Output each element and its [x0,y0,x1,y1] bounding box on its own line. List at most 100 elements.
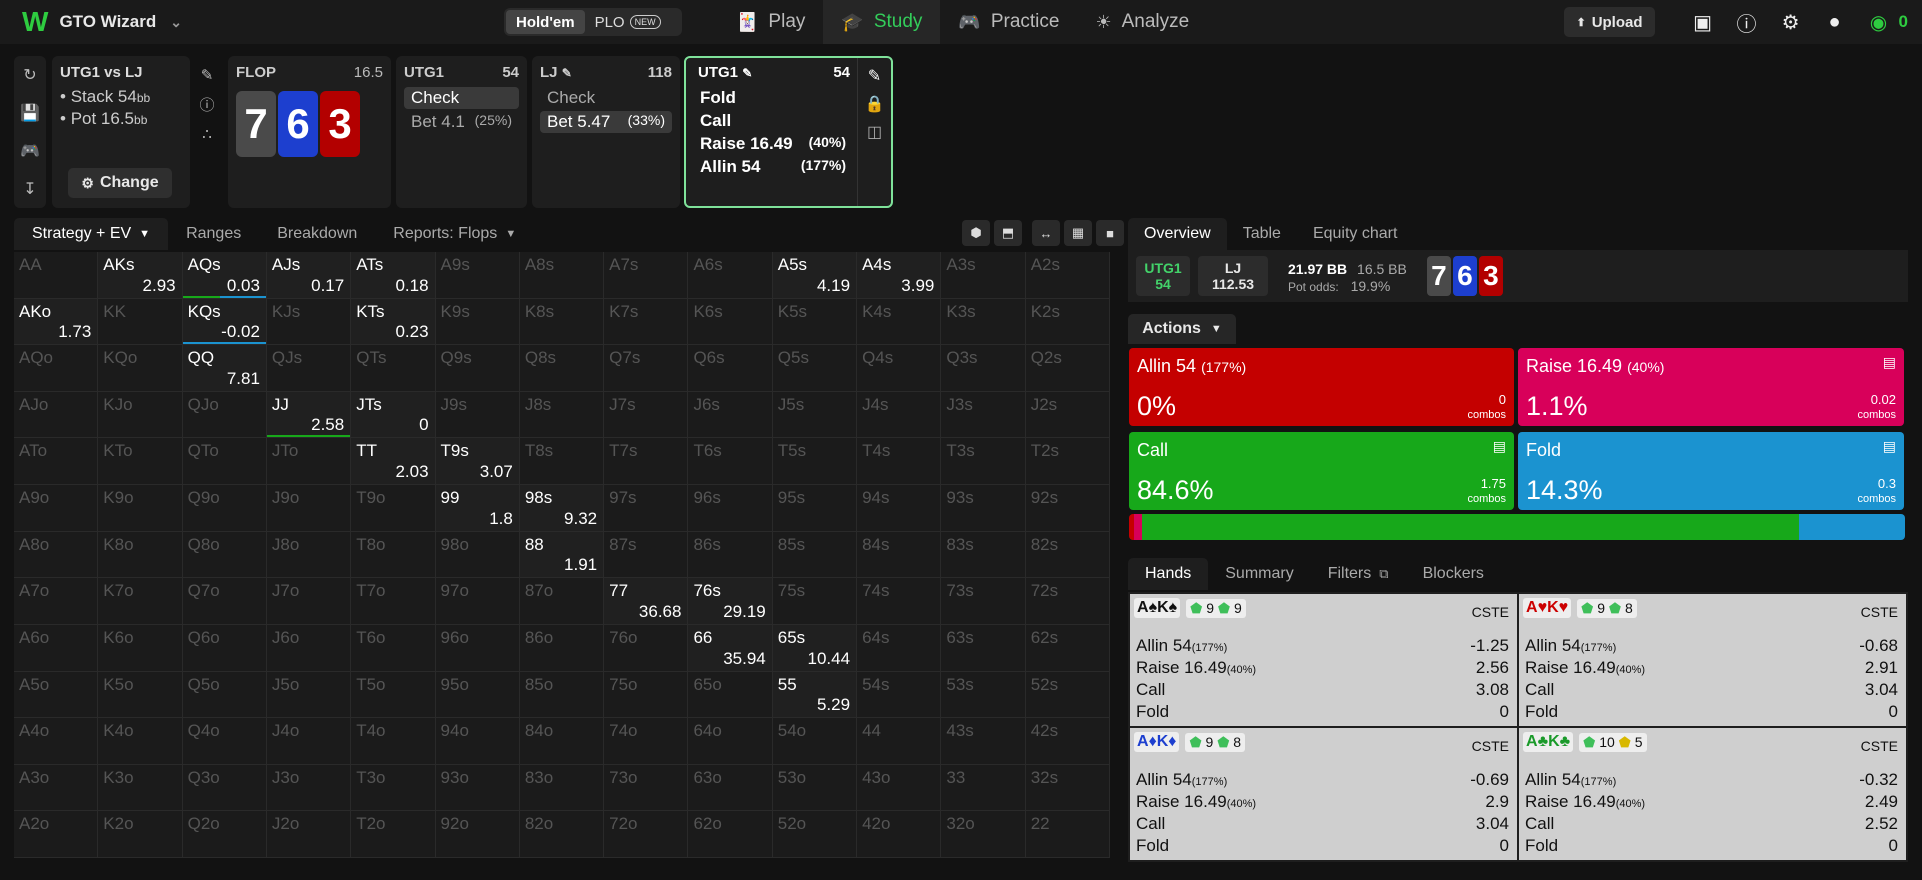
compress-icon[interactable]: ↔ [1032,220,1060,246]
hand-cell[interactable]: AA [14,252,99,299]
hand-cell[interactable]: Q9o [182,485,267,532]
hand-cell[interactable]: 85o [519,671,605,719]
hand-cell[interactable]: JJ 2.58 [266,391,352,439]
hand-cell[interactable]: 97o [435,578,520,625]
hand-cell[interactable]: J3s [941,391,1026,439]
hand-cell[interactable]: 55 5.29 [772,671,858,719]
hand-cell[interactable]: T8o [351,531,436,579]
hand-cell[interactable]: J8s [519,391,605,439]
hand-cell[interactable]: 33 [941,764,1026,812]
hand-cell[interactable]: T7o [351,578,436,625]
hand-cell[interactable]: 72s [1025,578,1110,625]
hand-card[interactable]: A♦K♦ ⬟ 9 ⬟ 8 CSTE Allin 54(177%) -0.69 Raise … [1130,728,1517,860]
hand-card[interactable]: A♠K♠ ⬟ 9 ⬟ 9 CSTE Allin 54(177%) -1.25 Raise … [1130,594,1517,726]
hand-cell[interactable]: 44 [857,718,942,765]
hand-cell[interactable]: T4o [351,718,436,765]
current-action-card[interactable]: UTG1 ✎ 54 Fold Call Raise 16.49 (40%) Alli… [684,56,893,208]
hand-cell[interactable]: J6s [688,391,773,439]
hand-cell[interactable]: Q7s [604,345,689,392]
hand-cell[interactable]: A6o [14,624,99,672]
hand-cell[interactable]: Q3s [941,345,1026,392]
hand-cell[interactable]: 98o [435,531,520,579]
reset-icon[interactable]: ↻ [23,65,36,85]
hand-cell[interactable]: A9s [435,252,520,299]
expand-icon[interactable]: ↧ [23,179,36,199]
action-option[interactable]: Raise 16.49 (40%) [698,133,848,155]
hand-cell[interactable]: K3o [98,764,183,812]
hand-cell[interactable]: K9o [98,485,183,532]
change-button[interactable]: ⚙ Change [68,168,172,198]
help-icon[interactable]: ⓘ [1733,8,1761,36]
hand-cell[interactable]: K4s [857,298,942,346]
hand-cell[interactable]: A7s [604,252,689,299]
save-icon[interactable]: 💾 [20,103,40,123]
action-card-lj[interactable]: LJ ✎ 118 Check Bet 5.47 (33%) [532,56,680,208]
hand-cell[interactable]: KJo [98,391,183,439]
coin-icon[interactable]: ◉ [1865,8,1893,36]
hand-cell[interactable]: 93o [435,764,520,812]
hand-cell[interactable]: 77 36.68 [604,578,689,625]
hand-cell[interactable]: 43o [857,764,942,812]
hand-cell[interactable]: Q2s [1025,345,1110,392]
hand-cell[interactable]: 42o [857,811,942,858]
hand-cell[interactable]: K2s [1025,298,1110,346]
action-box-fold[interactable]: Fold ▤ 14.3% 0.3 combos [1518,432,1904,510]
hand-cell[interactable]: Q7o [182,578,267,625]
hand-cell[interactable]: JTs 0 [351,391,436,439]
hand-cell[interactable]: K5o [98,671,183,719]
hand-cell[interactable]: KTo [98,438,183,486]
action-option[interactable]: Check [540,87,672,109]
hand-cell[interactable]: Q3o [182,764,267,812]
hand-cell[interactable]: A4o [14,718,99,765]
hand-cell[interactable]: T4s [857,438,942,486]
hand-cell[interactable]: A2s [1025,252,1110,299]
hand-cell[interactable]: 65o [688,671,773,719]
tab-reports[interactable]: Reports: Flops ▼ [375,218,534,250]
lock-icon[interactable]: 🔒 [865,94,885,114]
tab-summary[interactable]: Summary [1208,558,1310,590]
hand-cell[interactable]: 93s [941,485,1026,532]
hand-cell[interactable]: AJs 0.17 [266,252,352,299]
hand-cell[interactable]: 62s [1025,624,1110,672]
hand-cell[interactable]: ATo [14,438,99,486]
action-card-utg1[interactable]: UTG1 54 Check Bet 4.1 (25%) [396,56,527,208]
hand-cell[interactable]: 76o [604,624,689,672]
hand-cell[interactable]: 94o [435,718,520,765]
hand-cell[interactable]: QQ 7.81 [182,345,267,392]
hand-cell[interactable]: QJs [266,345,352,392]
cube-icon[interactable]: ⬢ [962,220,990,246]
hand-cell[interactable]: 53o [772,764,858,812]
grid-icon[interactable]: ▦ [1064,220,1092,246]
chips-icon[interactable]: ∴ [202,125,212,143]
hand-cell[interactable]: 63s [941,624,1026,672]
hand-cell[interactable]: 74o [604,718,689,765]
hand-cell[interactable]: J6o [266,624,352,672]
hand-cell[interactable]: 54o [772,718,858,765]
nav-play[interactable]: 🃏 Play [718,0,823,44]
hand-cell[interactable]: K6o [98,624,183,672]
hand-cell[interactable]: K7s [604,298,689,346]
hand-cell[interactable]: 54s [857,671,942,719]
hand-cell[interactable]: A3s [941,252,1026,299]
hand-cell[interactable]: 84s [857,531,942,579]
hand-cell[interactable]: 88 1.91 [519,531,605,579]
tab-overview[interactable]: Overview [1128,218,1227,250]
hand-cell[interactable]: QTs [351,345,436,392]
hand-cell[interactable]: J7o [266,578,352,625]
hand-cell[interactable]: AKs 2.93 [98,252,183,299]
hand-cell[interactable]: Q8s [519,345,605,392]
hand-cell[interactable]: 52s [1025,671,1110,719]
info-icon[interactable]: ⓘ [199,94,214,115]
hand-cell[interactable]: A5s 4.19 [772,252,858,299]
hand-cell[interactable]: J8o [266,531,352,579]
hand-cell[interactable]: K5s [772,298,858,346]
hand-cell[interactable]: T8s [519,438,605,486]
hand-cell[interactable]: K7o [98,578,183,625]
hand-cell[interactable]: Q4s [857,345,942,392]
hand-cell[interactable]: AQo [14,345,99,392]
hand-cell[interactable]: AQs 0.03 [182,252,267,299]
hand-cell[interactable]: T9o [351,485,436,532]
action-box-raise[interactable]: Raise 16.49 (40%) ▤ 1.1% 0.02 combos [1518,348,1904,426]
split-view-icon[interactable]: ⬒ [994,220,1022,246]
hand-cell[interactable]: Q9s [435,345,520,392]
